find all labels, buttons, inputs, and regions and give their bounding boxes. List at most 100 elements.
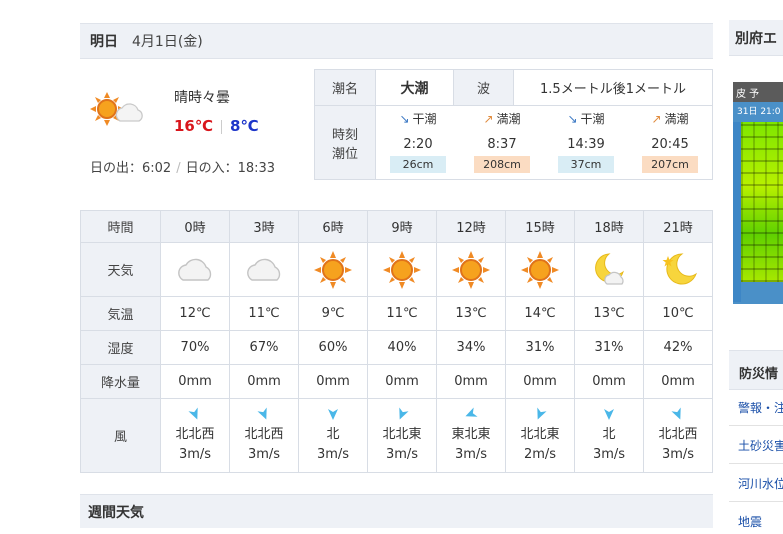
wind-direction-icon: [328, 408, 338, 420]
weekly-title: 週間天気: [88, 504, 144, 521]
moon-cloud-icon: [595, 252, 624, 285]
wind-direction-icon: [188, 406, 198, 420]
sun-icon: [383, 250, 421, 289]
weather-icon-cell: [367, 242, 437, 297]
tide-event: ↗ 満潮 8:37 208cm: [460, 106, 544, 179]
arrow-up-icon: ↗: [651, 111, 662, 126]
sun-icon: [521, 250, 559, 289]
weather-icon-cell: [160, 242, 230, 297]
sidebar: 別府エ 皮 予 31日 21:0 防災情 警報・注 土砂災害 河川水位 地震: [729, 0, 783, 534]
row-label-time: 時間: [80, 210, 161, 243]
temperature-range: 16℃ 8℃: [174, 117, 259, 135]
humidity-cell: 34%: [436, 330, 506, 365]
low-temp: 8℃: [230, 117, 259, 135]
tide-name: 大潮: [375, 69, 454, 106]
weather-icon-cell: [229, 242, 299, 297]
wind-direction-icon: [257, 406, 267, 420]
row-label-temp: 気温: [80, 296, 161, 331]
precip-cell: 0mm: [298, 364, 368, 399]
hour-cell: 12時: [436, 210, 506, 243]
wind-direction-icon: [465, 406, 478, 417]
precip-cell: 0mm: [505, 364, 575, 399]
sidebar-link-river[interactable]: 河川水位: [729, 466, 783, 502]
precip-cell: 0mm: [574, 364, 644, 399]
sidebar-link-landslide[interactable]: 土砂災害: [729, 428, 783, 464]
wind-cell: 北北東 2m/s: [505, 398, 575, 473]
tide-height: 26cm: [390, 156, 446, 173]
wind-speed: 2m/s: [523, 446, 557, 462]
temp-cell: 13℃: [436, 296, 506, 331]
tide-name-label: 潮名: [314, 69, 376, 106]
day-label: 明日: [90, 34, 118, 50]
wind-cell: 北北西 3m/s: [160, 398, 230, 473]
wind-direction-icon: [399, 406, 409, 420]
cloud-icon: [178, 258, 212, 281]
temp-cell: 11℃: [367, 296, 437, 331]
humidity-cell: 31%: [505, 330, 575, 365]
high-temp: 16℃: [174, 117, 214, 135]
hour-cell: 0時: [160, 210, 230, 243]
humidity-cell: 40%: [367, 330, 437, 365]
sunset: 日の入：18:33: [185, 161, 276, 176]
weather-icon-cell: [436, 242, 506, 297]
wind-grid: [741, 122, 783, 282]
temp-cell: 13℃: [574, 296, 644, 331]
row-label-wind: 風: [80, 398, 161, 473]
wind-direction: 北: [326, 426, 340, 442]
sidebar-link-warnings[interactable]: 警報・注: [729, 390, 783, 426]
sunrise: 日の出：6:02: [90, 161, 172, 176]
wind-direction: 北北西: [658, 426, 698, 442]
humidity-cell: 70%: [160, 330, 230, 365]
wind-speed: 3m/s: [661, 446, 695, 462]
divider: [221, 119, 223, 134]
sidebar-link-earthquake[interactable]: 地震: [729, 504, 783, 534]
wind-direction-icon: [537, 406, 547, 420]
precip-cell: 0mm: [160, 364, 230, 399]
sun-icon: [314, 250, 352, 289]
wave-value: 1.5メートル後1メートル: [513, 69, 713, 106]
weather-icon-cell: [574, 242, 644, 297]
tide-table: 潮名 大潮 波 1.5メートル後1メートル 時刻 潮位 ↘ 干潮 2:20 26c…: [314, 69, 713, 180]
wind-speed: 3m/s: [454, 446, 488, 462]
row-label-weather: 天気: [80, 242, 161, 297]
map-bar: 皮 予: [733, 82, 783, 102]
tide-event: ↘ 干潮 2:20 26cm: [376, 106, 460, 179]
weather-icon-cell: [298, 242, 368, 297]
sidebar-map-title[interactable]: 別府エ: [729, 20, 783, 56]
wave-label: 波: [453, 69, 514, 106]
tide-event: ↗ 満潮 20:45 207cm: [628, 106, 712, 179]
temp-cell: 9℃: [298, 296, 368, 331]
weather-icon-cell: [505, 242, 575, 297]
hour-cell: 21時: [643, 210, 713, 243]
hour-cell: 9時: [367, 210, 437, 243]
moon-star-icon: [662, 252, 697, 284]
row-label-humidity: 湿度: [80, 330, 161, 365]
arrow-up-icon: ↗: [483, 111, 494, 126]
temp-cell: 11℃: [229, 296, 299, 331]
wind-direction: 北北西: [244, 426, 284, 442]
wind-cell: 北北西 3m/s: [229, 398, 299, 473]
row-label-precip: 降水量: [80, 364, 161, 399]
temp-cell: 14℃: [505, 296, 575, 331]
tide-time-label: 時刻 潮位: [314, 105, 376, 180]
wind-map-thumbnail[interactable]: 皮 予 31日 21:0: [733, 82, 783, 304]
weather-icon-cell: [643, 242, 713, 297]
wind-direction-icon: [671, 406, 681, 420]
hour-cell: 15時: [505, 210, 575, 243]
weekly-forecast-header: 週間天気: [80, 494, 713, 528]
hourly-forecast-table: 時間 0時 3時 6時 9時 12時 15時 18時 21時 天気 気温 12℃ 11℃ 9℃ 11℃ 1…: [80, 210, 713, 473]
sun-times: 日の出：6:02 / 日の入：18:33: [90, 157, 275, 176]
wind-cell: 北 3m/s: [298, 398, 368, 473]
tide-height: 37cm: [558, 156, 614, 173]
wind-speed: 3m/s: [247, 446, 281, 462]
separator: /: [176, 161, 181, 176]
hour-cell: 6時: [298, 210, 368, 243]
map-time: 31日 21:0: [737, 107, 781, 117]
wind-speed: 3m/s: [178, 446, 212, 462]
map-sea: [733, 122, 741, 302]
wind-cell: 東北東 3m/s: [436, 398, 506, 473]
wind-cell: 北北東 3m/s: [367, 398, 437, 473]
tide-event: ↘ 干潮 14:39 37cm: [544, 106, 628, 179]
hour-cell: 18時: [574, 210, 644, 243]
tide-height: 208cm: [474, 156, 530, 173]
